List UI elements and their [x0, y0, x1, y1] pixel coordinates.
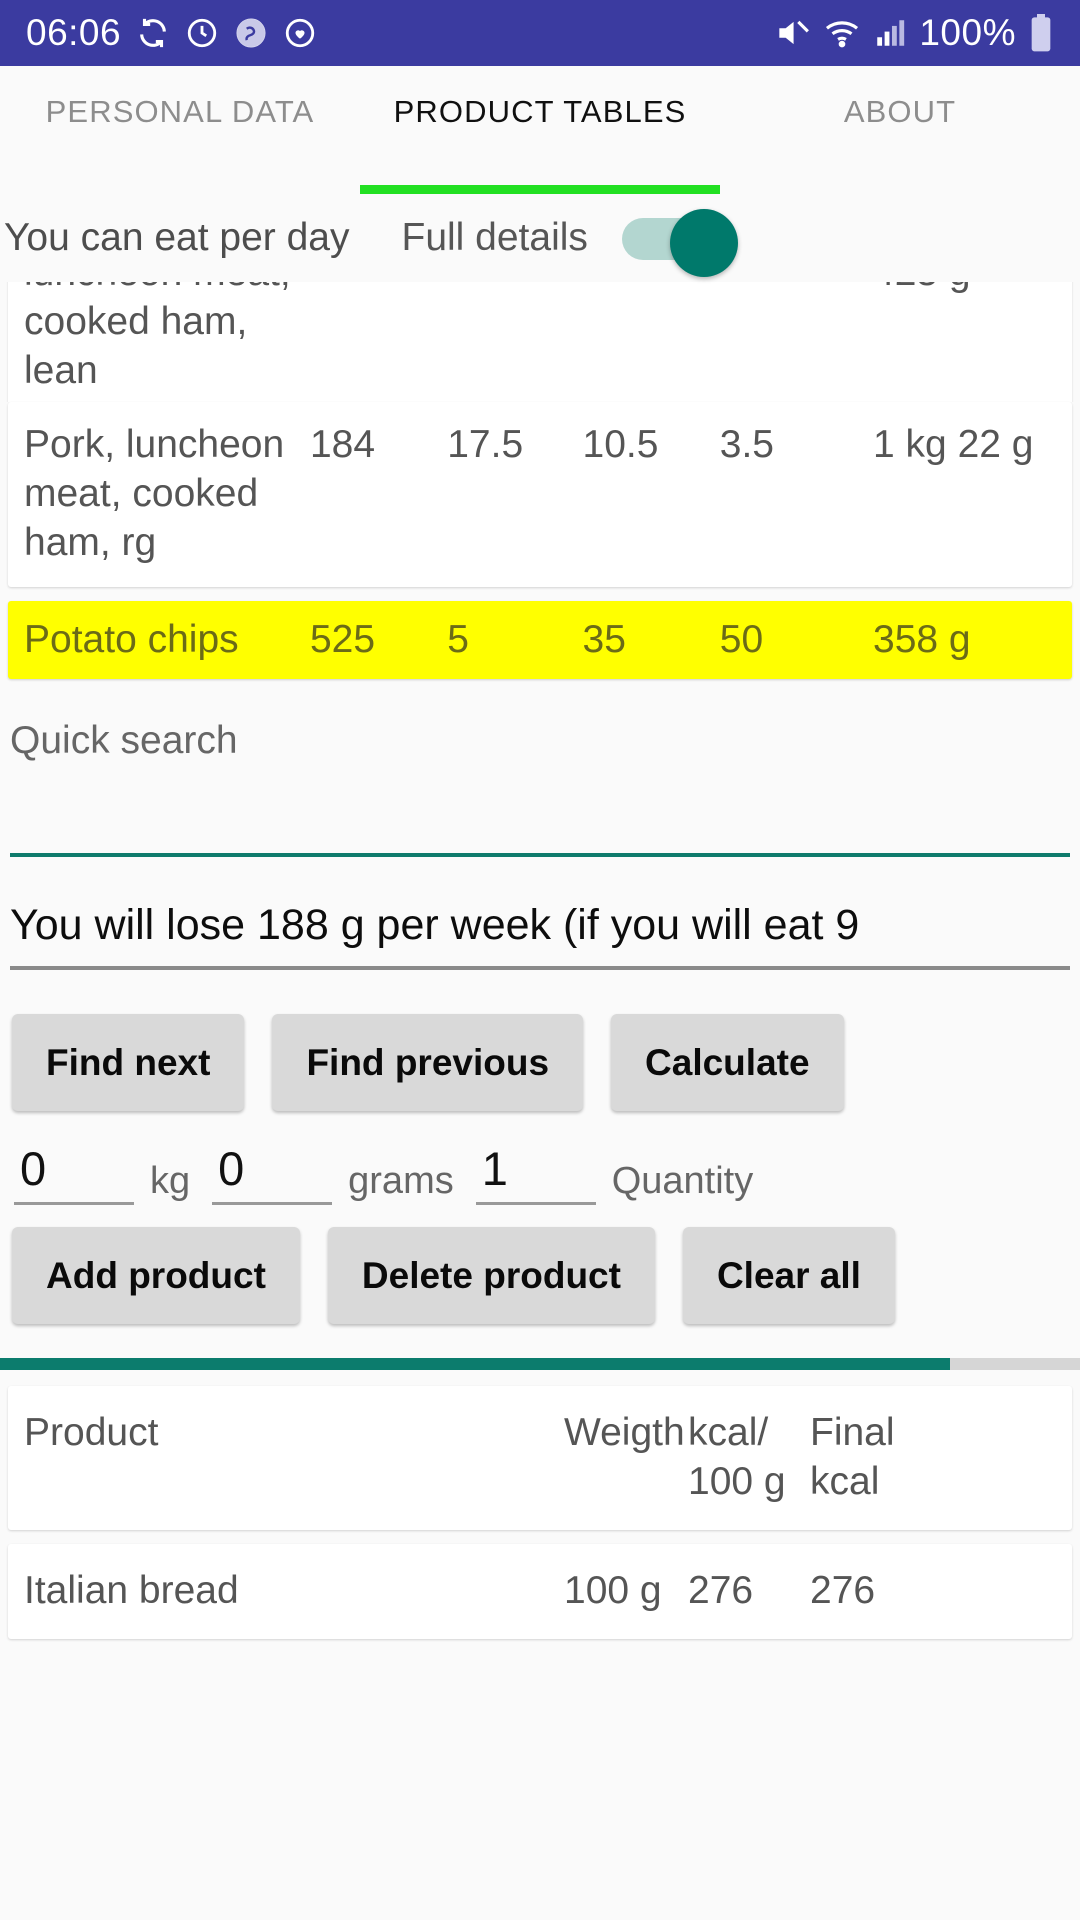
delete-product-button[interactable]: Delete product	[327, 1226, 655, 1324]
header-product: Product	[24, 1410, 159, 1454]
full-details-label: Full details	[401, 216, 588, 259]
tab-personal-data[interactable]: PERSONAL DATA	[0, 66, 360, 130]
grams-value: 0	[218, 1141, 245, 1195]
cell-product-name: Potato chips	[24, 618, 239, 662]
heart-icon	[283, 16, 317, 50]
quantity-unit-label: Quantity	[611, 1159, 754, 1202]
cell-allowance: 1 kg 22 g	[873, 423, 1034, 466]
shazam-icon	[234, 16, 268, 50]
header-final-kcal: Final kcal	[810, 1410, 895, 1503]
wifi-icon	[823, 14, 861, 52]
quick-search-label: Quick search	[10, 718, 238, 762]
kg-unit-label: kg	[150, 1159, 191, 1202]
find-button-row: Find next Find previous Calculate	[0, 970, 1080, 1111]
kg-field[interactable]: 0	[14, 1141, 134, 1205]
app-screen: 06:06 100% PERSONAL DATA PRODUCT TABLES …	[0, 0, 1080, 1920]
table-row[interactable]: luncheon meat, cooked ham, lean 425 g	[8, 282, 1072, 402]
cell-kcal: 184	[309, 423, 376, 466]
status-bar: 06:06 100%	[0, 0, 1080, 66]
summary-table-header: Product Weigth kcal/ 100 g Final kcal	[8, 1385, 1072, 1530]
battery-percentage: 100%	[919, 12, 1016, 53]
product-button-row: Add product Delete product Clear all	[0, 1205, 1080, 1324]
status-bar-left: 06:06	[26, 12, 317, 54]
active-tab-indicator	[360, 185, 720, 194]
product-table[interactable]: luncheon meat, cooked ham, lean 425 g Po…	[0, 282, 1080, 679]
table-row-clipped-wrapper: luncheon meat, cooked ham, lean 425 g	[0, 282, 1080, 402]
cell-final-kcal: 276	[810, 1568, 876, 1612]
cell-product-name: luncheon meat, cooked ham, lean	[24, 282, 291, 393]
find-next-button[interactable]: Find next	[12, 1013, 245, 1111]
cell-allowance: 358 g	[873, 618, 971, 662]
details-row: You can eat per day Full details	[0, 194, 1080, 282]
cell-allowance: 425 g	[845, 282, 1056, 297]
kg-input-group: 0 kg	[14, 1141, 212, 1205]
header-weight: Weigth	[564, 1410, 685, 1454]
grams-input-group: 0 grams	[212, 1141, 476, 1205]
header-kcal-per-100g: kcal/ 100 g	[688, 1410, 786, 1503]
grams-unit-label: grams	[348, 1159, 454, 1202]
cell-kcal-per-100g: 276	[688, 1568, 754, 1612]
cell-signal-icon	[873, 16, 907, 50]
progress-bar	[0, 1357, 1080, 1370]
clear-all-button[interactable]: Clear all	[682, 1226, 895, 1324]
result-text[interactable]: You will lose 188 g per week (if you wil…	[10, 901, 1070, 966]
quantity-input-row: 0 kg 0 grams 1 Quantity	[0, 1111, 1080, 1205]
table-row-selected[interactable]: Potato chips 525 5 35 50 358 g	[8, 601, 1072, 679]
quantity-field[interactable]: 1	[475, 1141, 596, 1205]
quantity-value: 1	[481, 1141, 508, 1195]
kg-value: 0	[20, 1141, 47, 1195]
table-row[interactable]: Pork, luncheon meat, cooked ham, rg 184 …	[8, 402, 1072, 588]
calculate-button[interactable]: Calculate	[611, 1013, 844, 1111]
tab-bar: PERSONAL DATA PRODUCT TABLES ABOUT	[0, 66, 1080, 194]
full-details-toggle[interactable]	[621, 209, 738, 277]
cell-fat: 10.5	[582, 423, 659, 466]
grams-field[interactable]: 0	[212, 1141, 333, 1205]
quick-search-section: Quick search	[0, 693, 1080, 857]
eat-per-day-label: You can eat per day	[4, 216, 350, 259]
toggle-thumb	[669, 209, 738, 277]
add-product-button[interactable]: Add product	[12, 1226, 300, 1324]
find-previous-button[interactable]: Find previous	[272, 1013, 584, 1111]
quantity-input-group: 1 Quantity	[475, 1141, 776, 1205]
summary-table-row[interactable]: Italian bread 100 g 276 276	[8, 1543, 1072, 1639]
quantity-underline	[475, 1201, 596, 1205]
result-section: You will lose 188 g per week (if you wil…	[0, 857, 1080, 970]
cell-product-name: Pork, luncheon meat, cooked ham, rg	[24, 423, 285, 565]
kg-underline	[14, 1201, 134, 1205]
cell-protein: 17.5	[447, 423, 524, 466]
cell-carbs: 50	[719, 618, 764, 662]
cell-weight: 100 g	[564, 1568, 662, 1612]
progress-bar-fill	[0, 1357, 951, 1370]
cell-product: Italian bread	[24, 1568, 239, 1612]
cell-fat: 35	[582, 618, 626, 662]
status-bar-right: 100%	[773, 12, 1054, 54]
cell-carbs: 3.5	[719, 423, 774, 466]
tab-product-tables[interactable]: PRODUCT TABLES	[360, 66, 720, 130]
cell-kcal: 525	[309, 618, 376, 662]
sync-icon	[136, 16, 170, 50]
status-bar-clock: 06:06	[26, 12, 122, 53]
battery-icon	[1028, 13, 1054, 53]
cell-protein: 5	[447, 618, 469, 662]
grams-underline	[212, 1201, 333, 1205]
mute-icon	[773, 14, 811, 52]
tab-about[interactable]: ABOUT	[720, 66, 1080, 130]
summary-table: Product Weigth kcal/ 100 g Final kcal It…	[0, 1370, 1080, 1639]
alarm-icon	[185, 16, 219, 50]
